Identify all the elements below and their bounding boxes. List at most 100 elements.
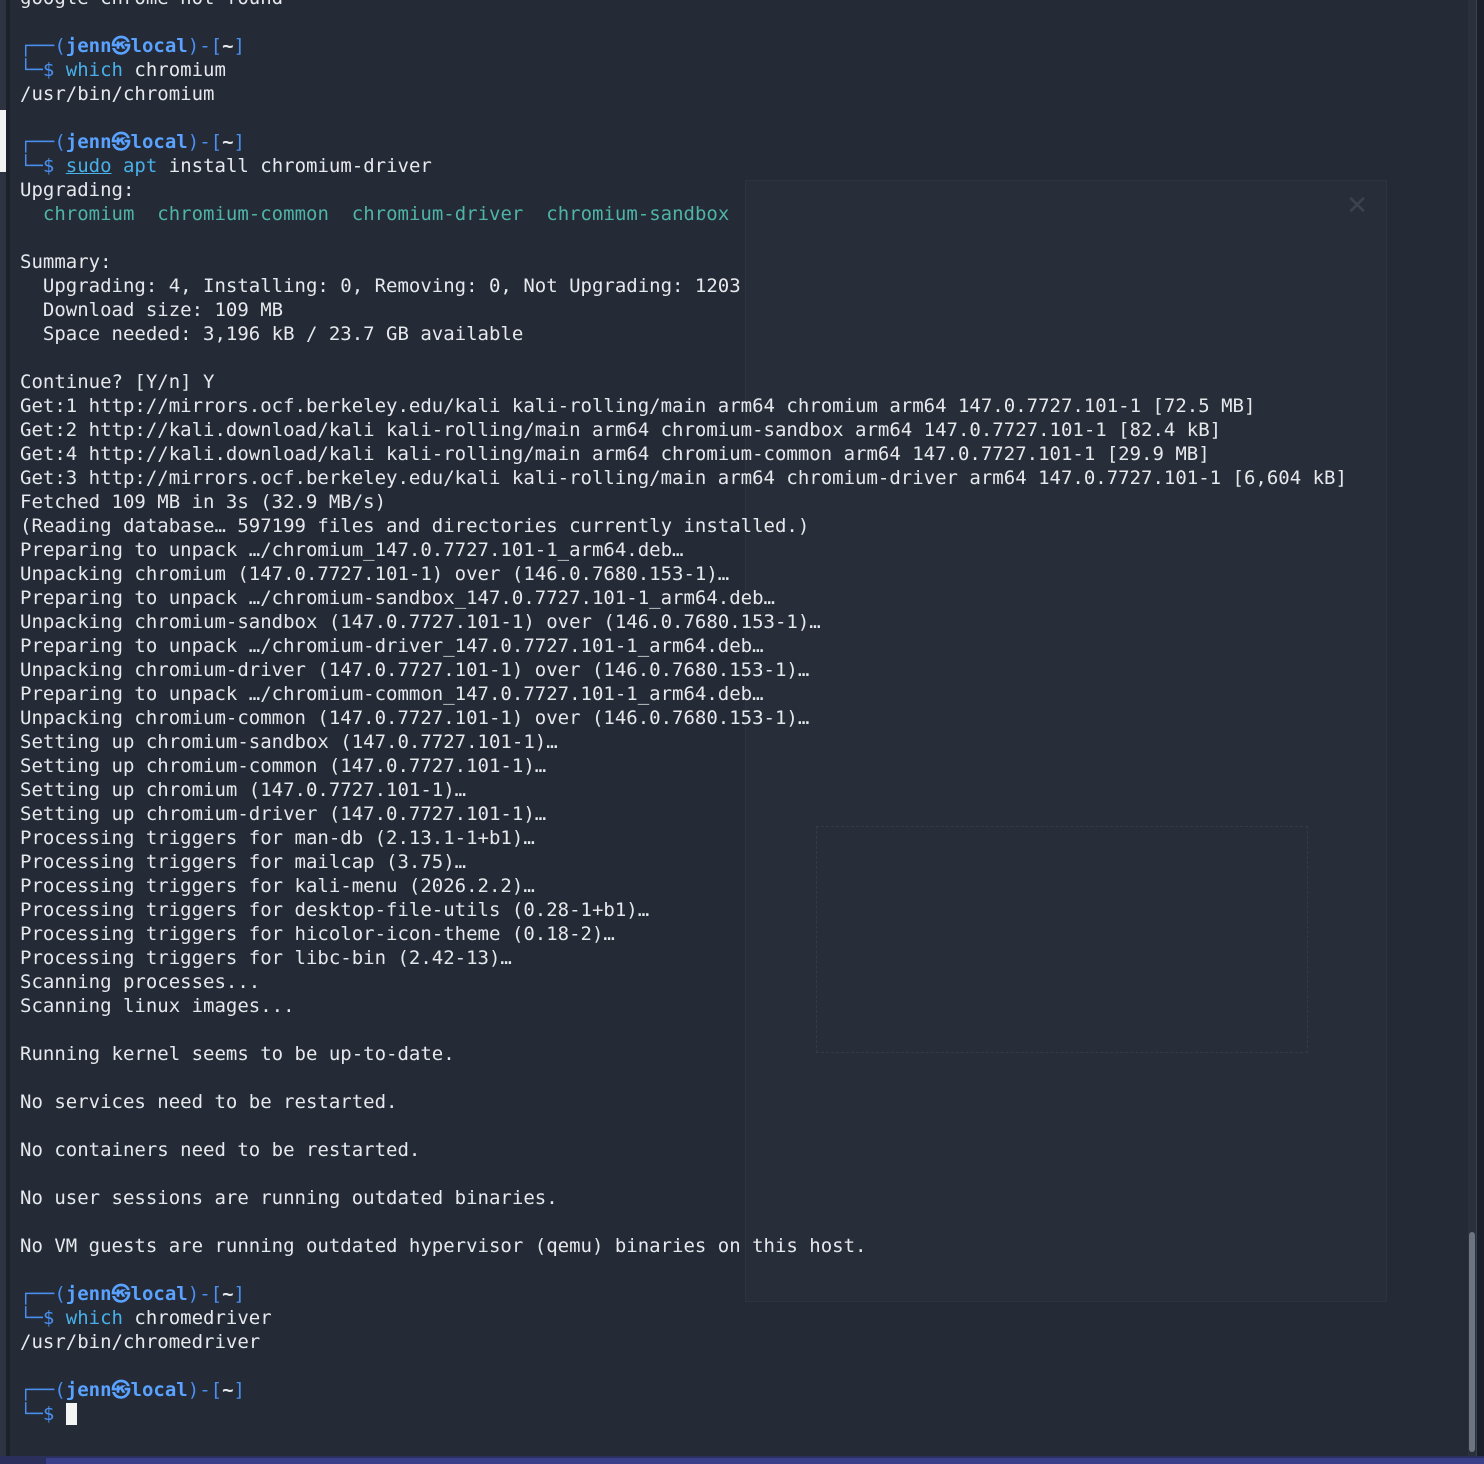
output-text: Space needed: 3,196 kB / 23.7 GB availab…: [20, 323, 524, 345]
active-command-line[interactable]: └─$: [20, 1402, 1470, 1426]
scrollbar[interactable]: [1468, 0, 1476, 1456]
output-text: No containers need to be restarted.: [20, 1139, 421, 1161]
output-line: /usr/bin/chromedriver: [20, 1330, 1470, 1354]
prompt-dollar: └─$: [20, 155, 66, 177]
prompt-at-icon: ㉿: [111, 1283, 131, 1305]
output-line: Preparing to unpack …/chromium_147.0.772…: [20, 538, 1470, 562]
prompt-header: ┌──(jenn㉿local)-[~]: [20, 130, 1470, 154]
prompt-header: ┌──(jenn㉿local)-[~]: [20, 34, 1470, 58]
prompt-header: ┌──(jenn㉿local)-[~]: [20, 1282, 1470, 1306]
prompt-dollar: └─$: [20, 1307, 66, 1329]
output-line: Upgrading:: [20, 178, 1470, 202]
output-text: Setting up chromium-sandbox (147.0.7727.…: [20, 731, 558, 753]
output-line: Unpacking chromium (147.0.7727.101-1) ov…: [20, 562, 1470, 586]
output-text: Unpacking chromium-driver (147.0.7727.10…: [20, 659, 810, 681]
output-text: Preparing to unpack …/chromium-driver_14…: [20, 635, 764, 657]
command-line: └─$ sudo apt install chromium-driver: [20, 154, 1470, 178]
prompt-frame: )-[: [187, 131, 223, 153]
prompt-frame: ┌──(: [20, 1283, 66, 1305]
command-token: install chromium-driver: [157, 155, 432, 177]
output-line: Summary:: [20, 250, 1470, 274]
output-text: Processing triggers for hicolor-icon-the…: [20, 923, 615, 945]
prompt-at-icon: ㉿: [111, 1379, 131, 1401]
prompt-user: jenn: [65, 35, 112, 57]
output-text: Preparing to unpack …/chromium-common_14…: [20, 683, 764, 705]
left-edge-strip: [0, 0, 10, 1456]
output-text: (Reading database… 597199 files and dire…: [20, 515, 810, 537]
output-line: Processing triggers for kali-menu (2026.…: [20, 874, 1470, 898]
prompt-host: local: [130, 131, 188, 153]
output-line: Unpacking chromium-sandbox (147.0.7727.1…: [20, 610, 1470, 634]
output-line: No containers need to be restarted.: [20, 1138, 1470, 1162]
text-cursor[interactable]: [65, 1403, 77, 1425]
output-text: Unpacking chromium-common (147.0.7727.10…: [20, 707, 810, 729]
output-line: Preparing to unpack …/chromium-driver_14…: [20, 634, 1470, 658]
output-line: Get:1 http://mirrors.ocf.berkeley.edu/ka…: [20, 394, 1470, 418]
output-text: Upgrading:: [20, 179, 135, 201]
output-text: Unpacking chromium-sandbox (147.0.7727.1…: [20, 611, 821, 633]
output-line: Preparing to unpack …/chromium-common_14…: [20, 682, 1470, 706]
terminal-window[interactable]: ✕ google-chrome not found┌──(jenn㉿local)…: [0, 0, 1477, 1456]
output-line: /usr/bin/chromium: [20, 82, 1470, 106]
output-line: Setting up chromium-driver (147.0.7727.1…: [20, 802, 1470, 826]
prompt-dir: ~: [222, 35, 234, 57]
output-line: No services need to be restarted.: [20, 1090, 1470, 1114]
command-line: └─$ which chromium: [20, 58, 1470, 82]
output-text: Processing triggers for libc-bin (2.42-1…: [20, 947, 512, 969]
output-text: Continue? [Y/n] Y: [20, 371, 215, 393]
output-line: No VM guests are running outdated hyperv…: [20, 1234, 1470, 1258]
prompt-dollar: └─$: [20, 1403, 66, 1425]
output-text: Processing triggers for kali-menu (2026.…: [20, 875, 535, 897]
output-text: Preparing to unpack …/chromium_147.0.772…: [20, 539, 684, 561]
prompt-dir: ~: [222, 1379, 234, 1401]
output-text: Preparing to unpack …/chromium-sandbox_1…: [20, 587, 775, 609]
output-text: /usr/bin/chromium: [20, 83, 215, 105]
output-line: Setting up chromium (147.0.7727.101-1)…: [20, 778, 1470, 802]
command-token: sudo: [65, 155, 112, 177]
prompt-frame: ]: [233, 131, 245, 153]
command-token: chromium: [122, 59, 226, 81]
output-text: Summary:: [20, 251, 112, 273]
prompt-frame: )-[: [187, 1283, 223, 1305]
output-text: Setting up chromium (147.0.7727.101-1)…: [20, 779, 467, 801]
package-name: chromium-sandbox: [546, 203, 730, 225]
output-line: Processing triggers for libc-bin (2.42-1…: [20, 946, 1470, 970]
output-line: Get:2 http://kali.download/kali kali-rol…: [20, 418, 1470, 442]
scrollbar-thumb[interactable]: [1469, 1232, 1475, 1452]
output-text: No VM guests are running outdated hyperv…: [20, 1235, 867, 1257]
output-text: Scanning processes...: [20, 971, 261, 993]
output-text: Setting up chromium-common (147.0.7727.1…: [20, 755, 547, 777]
output-line: (Reading database… 597199 files and dire…: [20, 514, 1470, 538]
output-line: Download size: 109 MB: [20, 298, 1470, 322]
output-text: No user sessions are running outdated bi…: [20, 1187, 558, 1209]
command-token: apt: [122, 155, 158, 177]
terminal-output[interactable]: google-chrome not found┌──(jenn㉿local)-[…: [20, 0, 1470, 1426]
prompt-at-icon: ㉿: [111, 35, 131, 57]
prompt-frame: )-[: [187, 1379, 223, 1401]
command-token: which: [65, 59, 123, 81]
output-line: Unpacking chromium-driver (147.0.7727.10…: [20, 658, 1470, 682]
output-text: Scanning linux images...: [20, 995, 295, 1017]
command-line: └─$ which chromedriver: [20, 1306, 1470, 1330]
package-name: chromium-common: [157, 203, 329, 225]
output-text: Get:1 http://mirrors.ocf.berkeley.edu/ka…: [20, 395, 1256, 417]
prompt-host: local: [130, 1379, 188, 1401]
command-token: [112, 155, 123, 177]
prompt-host: local: [130, 35, 188, 57]
prompt-frame: ]: [233, 35, 245, 57]
output-text: Setting up chromium-driver (147.0.7727.1…: [20, 803, 547, 825]
prompt-frame: ┌──(: [20, 1379, 66, 1401]
output-line: Get:4 http://kali.download/kali kali-rol…: [20, 442, 1470, 466]
prompt-frame: ]: [233, 1379, 245, 1401]
output-text: Processing triggers for man-db (2.13.1-1…: [20, 827, 535, 849]
